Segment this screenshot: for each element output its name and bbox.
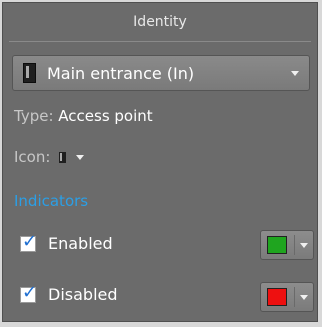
- icon-row: Icon:: [14, 148, 85, 166]
- disabled-color-picker[interactable]: [260, 282, 314, 312]
- checkmark-icon: ✓: [22, 281, 38, 303]
- access-point-selector[interactable]: Main entrance (In): [12, 55, 310, 91]
- disabled-checkbox[interactable]: ✓: [20, 281, 38, 303]
- title-divider: [9, 41, 311, 42]
- enabled-color-picker[interactable]: [260, 230, 314, 260]
- type-label: Type:: [14, 107, 54, 125]
- enabled-label: Enabled: [48, 234, 113, 253]
- icon-picker-chevron-icon[interactable]: [76, 154, 85, 160]
- icon-label: Icon:: [14, 148, 51, 166]
- indicators-heading: Indicators: [14, 192, 89, 210]
- enabled-color-swatch: [267, 236, 287, 254]
- door-icon: [23, 63, 36, 83]
- disabled-color-swatch: [267, 288, 287, 306]
- disabled-label: Disabled: [48, 285, 118, 304]
- disabled-indicator-row: ✓ Disabled: [20, 281, 118, 304]
- chevron-down-icon: [300, 243, 308, 248]
- chevron-down-icon: [291, 71, 299, 76]
- selector-value: Main entrance (In): [47, 63, 195, 83]
- panel-title: Identity: [3, 3, 317, 41]
- checkmark-icon: ✓: [22, 230, 38, 252]
- type-value: Access point: [58, 107, 153, 125]
- enabled-checkbox[interactable]: ✓: [20, 230, 38, 252]
- door-icon[interactable]: [59, 151, 67, 163]
- type-row: Type: Access point: [14, 107, 153, 125]
- chevron-down-icon: [300, 295, 308, 300]
- enabled-indicator-row: ✓ Enabled: [20, 230, 113, 253]
- identity-panel: Identity Main entrance (In) Type: Access…: [2, 2, 318, 322]
- divider: [294, 235, 295, 255]
- divider: [294, 287, 295, 307]
